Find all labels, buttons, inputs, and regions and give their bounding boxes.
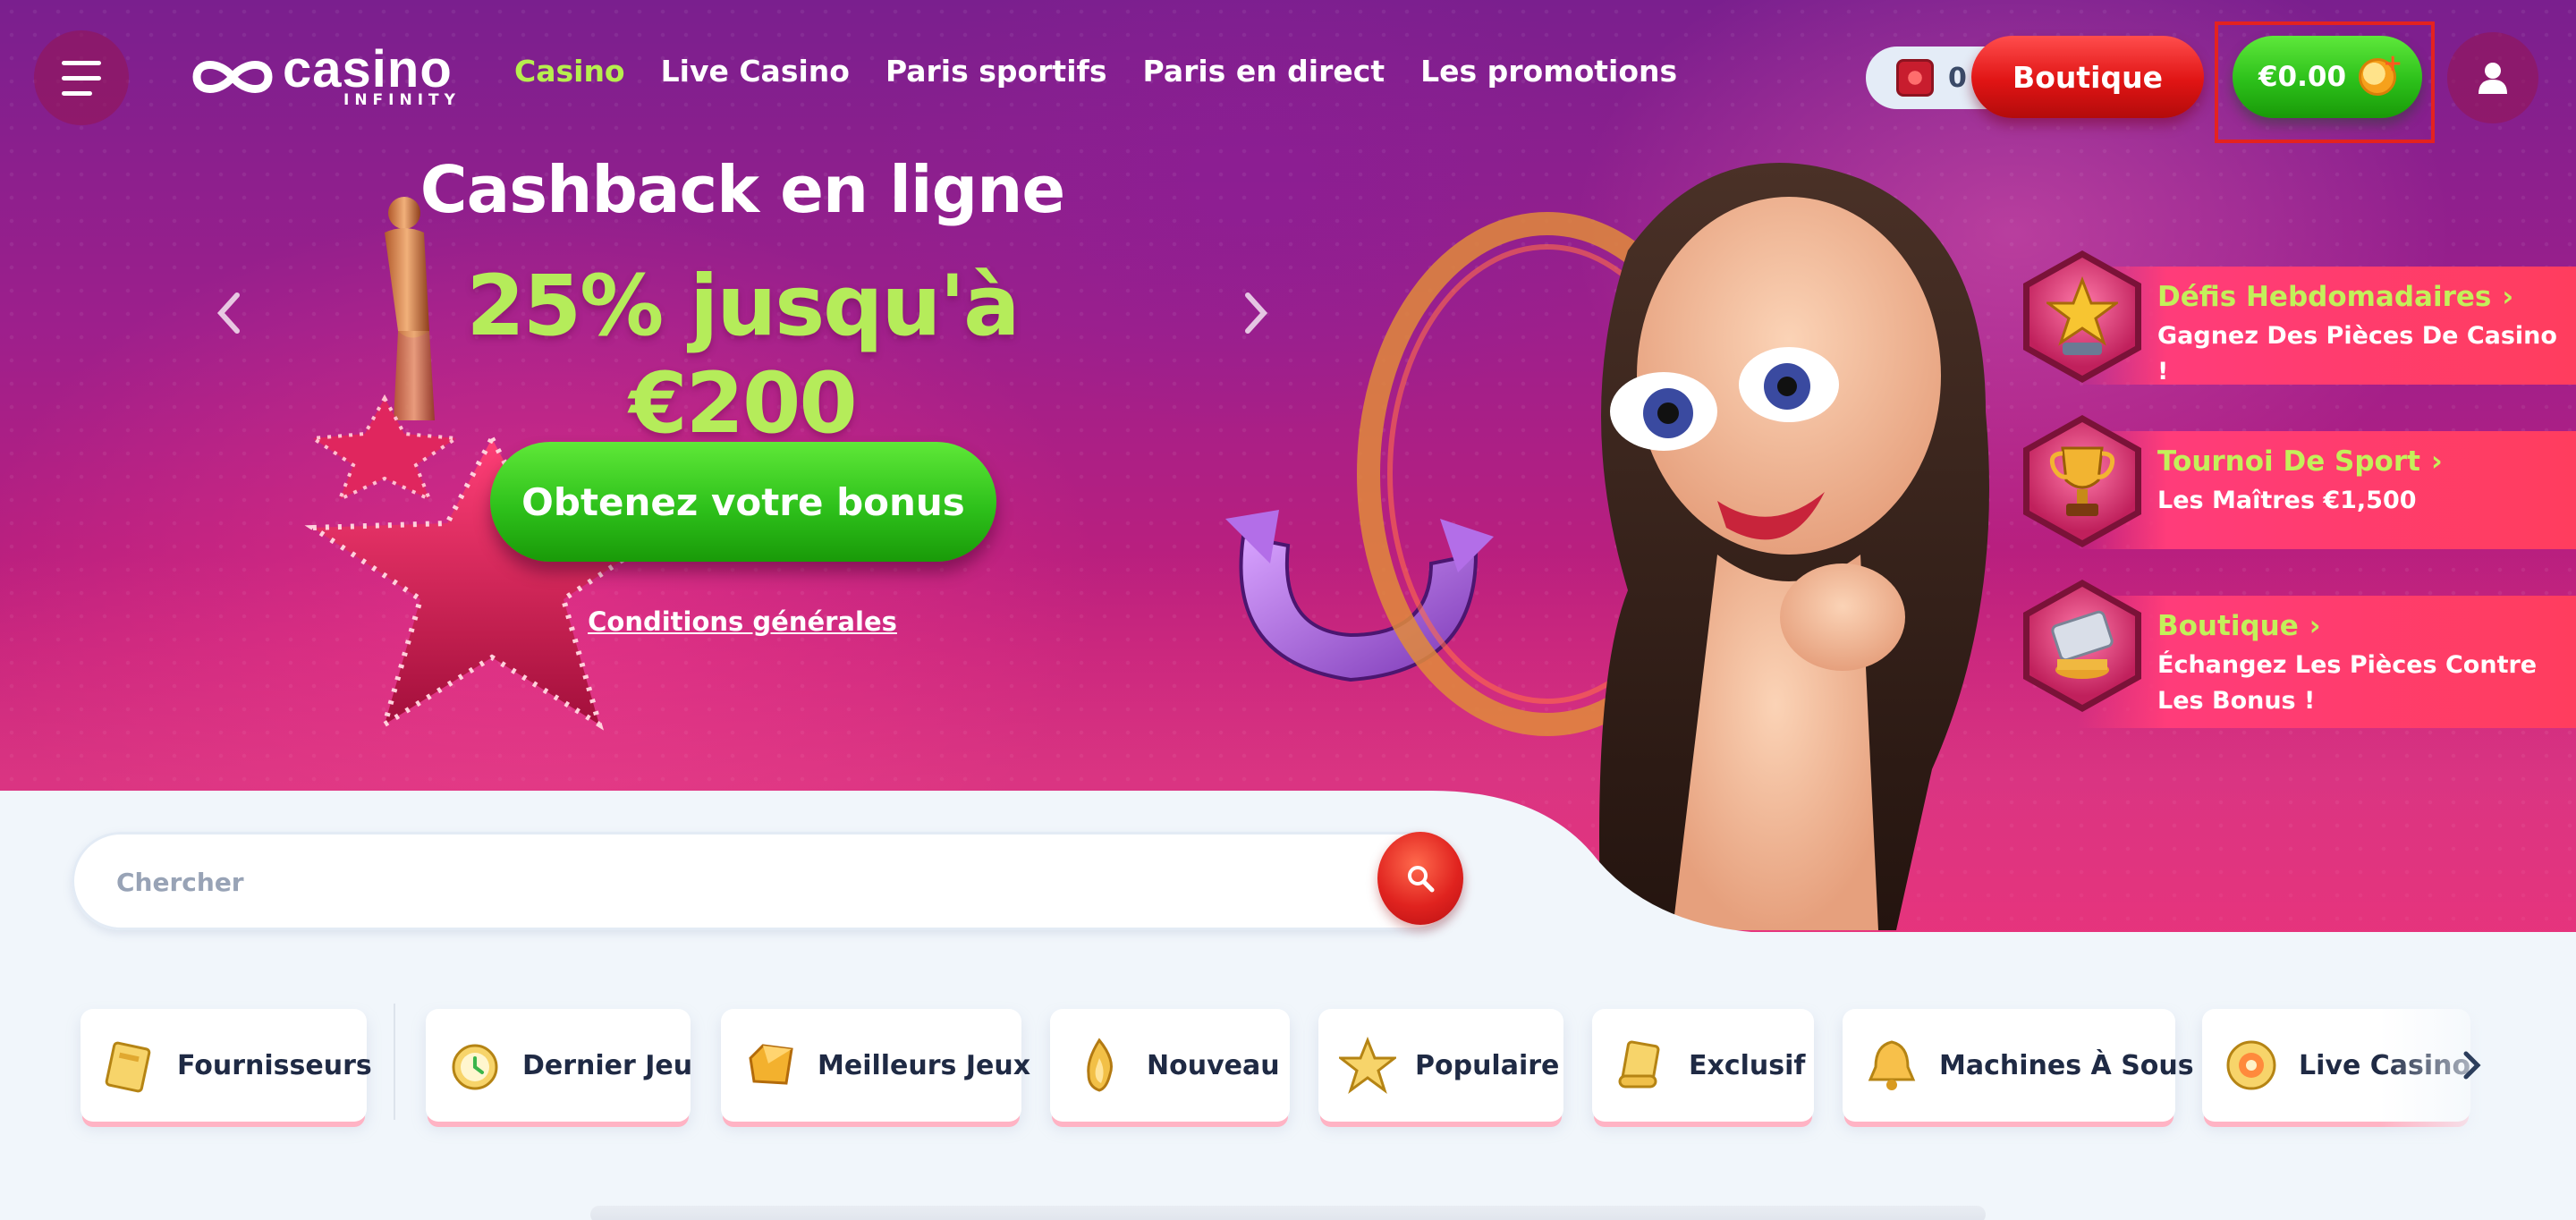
user-account-button[interactable]	[2447, 32, 2538, 123]
category-nouveau[interactable]: Nouveau	[1050, 1009, 1290, 1122]
hamburger-icon	[62, 55, 101, 101]
star-trophy-icon	[2046, 276, 2118, 355]
promo-title: Tournoi De Sport ›	[2157, 445, 2443, 478]
category-exclusif[interactable]: Exclusif	[1592, 1009, 1814, 1122]
book-icon	[98, 1034, 161, 1097]
category-machines-a-sous[interactable]: Machines À Sous	[1843, 1009, 2194, 1122]
category-label: Fournisseurs	[177, 1049, 372, 1081]
user-icon	[2479, 63, 2507, 94]
scroll-icon	[1610, 1034, 1673, 1097]
category-label: Exclusif	[1689, 1049, 1806, 1081]
category-meilleurs-jeux[interactable]: Meilleurs Jeux	[721, 1009, 1030, 1122]
chevron-right-icon	[2463, 1051, 2481, 1080]
site-logo[interactable]: casino INFINITY	[179, 40, 461, 109]
chevron-left-icon	[216, 292, 240, 334]
main-nav: Casino Live Casino Paris sportifs Paris …	[514, 54, 1677, 89]
side-promo-sport-tournament[interactable]: Tournoi De Sport › Les Maîtres €1,500	[2023, 415, 2576, 549]
nav-paris-en-direct[interactable]: Paris en direct	[1143, 54, 1385, 89]
search-input[interactable]	[116, 859, 1279, 905]
nav-paris-sportifs[interactable]: Paris sportifs	[886, 54, 1107, 89]
nav-live-casino[interactable]: Live Casino	[661, 54, 850, 89]
category-divider	[394, 1004, 395, 1120]
search-button[interactable]	[1377, 832, 1463, 925]
category-dernier-jeu[interactable]: Dernier Jeu	[426, 1009, 693, 1122]
ticket-icon	[1896, 59, 1934, 97]
promo-subtitle: 25% jusqu'à €200	[466, 258, 1020, 453]
logo-text: casino	[283, 40, 453, 98]
promo-title: Défis Hebdomadaires ›	[2157, 281, 2514, 313]
promo-title: Cashback en ligne	[419, 152, 1065, 227]
infinity-logo-icon	[192, 61, 273, 93]
category-fournisseurs[interactable]: Fournisseurs	[80, 1009, 372, 1122]
bell-icon	[1860, 1034, 1923, 1097]
category-label: Dernier Jeu	[522, 1049, 693, 1081]
chevron-right-icon	[1245, 292, 1268, 334]
nav-casino[interactable]: Casino	[514, 54, 625, 89]
boutique-button[interactable]: Boutique	[1971, 36, 2204, 118]
category-populaire[interactable]: Populaire	[1318, 1009, 1563, 1122]
clock-icon	[444, 1034, 506, 1097]
gem-icon	[739, 1034, 801, 1097]
logo-subtext: INFINITY	[343, 91, 461, 109]
games-section-bar	[590, 1206, 1986, 1220]
side-promo-boutique[interactable]: Boutique › Échangez Les Pièces Contre Les…	[2023, 580, 2576, 732]
category-label: Machines À Sous	[1939, 1049, 2194, 1081]
chevron-right-icon: ›	[2430, 445, 2443, 478]
star-icon	[1336, 1034, 1399, 1097]
trophy-icon	[2049, 446, 2115, 516]
coins-count: 0	[1948, 62, 1967, 94]
category-label: Meilleurs Jeux	[818, 1049, 1031, 1081]
search-bar	[72, 832, 1463, 930]
promo-description: Échangez Les Pièces Contre Les Bonus !	[2157, 651, 2538, 715]
get-bonus-button[interactable]: Obtenez votre bonus	[490, 442, 996, 562]
card-icon	[2051, 610, 2114, 679]
category-label: Nouveau	[1147, 1049, 1280, 1081]
promo-description: Les Maîtres €1,500	[2157, 487, 2417, 514]
search-icon	[1408, 866, 1435, 893]
promo-description: Gagnez Des Pièces De Casino !	[2157, 322, 2557, 385]
flame-icon	[1068, 1034, 1131, 1097]
terms-link[interactable]: Conditions générales	[537, 606, 948, 637]
chevron-right-icon: ›	[2309, 610, 2321, 642]
chip-icon	[2220, 1034, 2283, 1097]
selection-highlight	[2215, 21, 2435, 143]
category-label: Populaire	[1415, 1049, 1560, 1081]
promo-title: Boutique ›	[2157, 610, 2321, 642]
slider-next-button[interactable]	[1238, 286, 1274, 340]
menu-button[interactable]	[34, 30, 129, 125]
side-promo-weekly-challenges[interactable]: Défis Hebdomadaires › Gagnez Des Pièces D…	[2023, 250, 2576, 385]
chevron-right-icon: ›	[2502, 281, 2514, 313]
nav-promotions[interactable]: Les promotions	[1420, 54, 1677, 89]
slider-prev-button[interactable]	[211, 286, 247, 340]
categories-next-button[interactable]	[2454, 1043, 2490, 1088]
